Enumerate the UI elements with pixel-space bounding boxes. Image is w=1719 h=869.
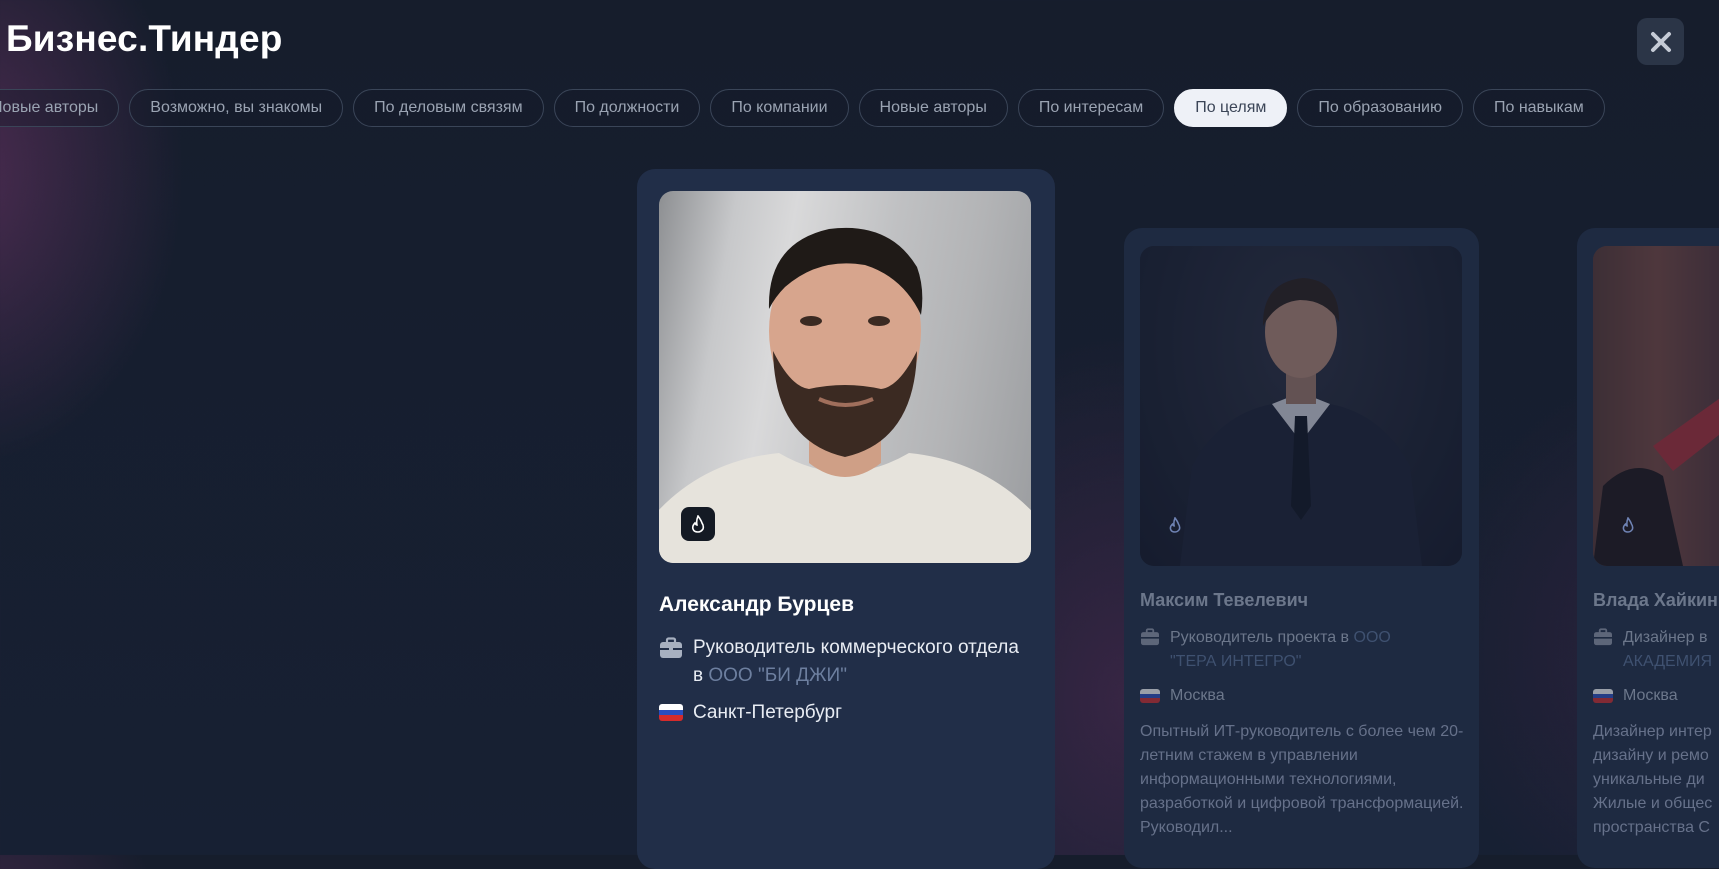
filter-chip-company[interactable]: По компании — [710, 89, 849, 127]
russia-flag-icon — [1140, 689, 1160, 703]
russia-flag-icon — [659, 704, 683, 721]
profile-photo — [1593, 246, 1719, 566]
company-link[interactable]: АКАДЕМИЯ — [1623, 653, 1712, 670]
city-name: Москва — [1170, 687, 1225, 704]
city-row: Москва — [1140, 684, 1225, 708]
job-row: Руководитель коммерческого отдела в ООО … — [659, 634, 1019, 690]
filter-tabs: Новые авторы Возможно, вы знакомы По дел… — [0, 89, 1605, 127]
filter-chip-education[interactable]: По образованию — [1297, 89, 1463, 127]
job-title: Дизайнер в — [1623, 629, 1708, 646]
flame-badge — [1611, 508, 1645, 542]
profile-card-next-2[interactable]: Влада Хайкин Дизайнер в АКАДЕМИЯ Москва … — [1577, 228, 1719, 868]
filter-chip-skills[interactable]: По навыкам — [1472, 89, 1605, 127]
city-name: Санкт-Петербург — [693, 702, 843, 723]
close-button[interactable] — [1637, 18, 1684, 65]
close-icon — [1650, 31, 1671, 52]
flame-icon — [691, 515, 705, 533]
page-title: Бизнес.Тиндер — [6, 18, 283, 59]
profile-bio: Дизайнер интер дизайну и ремо уникальные… — [1593, 723, 1713, 836]
profile-bio: Опытный ИТ-руководитель с более чем 20-л… — [1140, 723, 1464, 836]
flame-badge — [681, 507, 715, 541]
city-name: Москва — [1623, 687, 1678, 704]
filter-chip-new-authors[interactable]: Новые авторы — [0, 89, 120, 127]
profile-card-next[interactable]: Максим Тевелевич Руководитель проекта в … — [1124, 228, 1479, 868]
flame-icon — [1622, 517, 1634, 533]
job-row: Дизайнер в АКАДЕМИЯ — [1593, 626, 1719, 674]
city-row: Санкт-Петербург — [659, 699, 842, 727]
job-row: Руководитель проекта в ООО "ТЕРА ИНТЕГРО… — [1140, 626, 1440, 674]
profile-card-main[interactable]: Александр Бурцев Руководитель коммерческ… — [637, 169, 1055, 869]
company-link[interactable]: ООО "БИ ДЖИ" — [708, 665, 847, 686]
job-title: Руководитель проекта в — [1170, 629, 1354, 646]
profile-name: Влада Хайкин — [1593, 590, 1718, 610]
flame-badge — [1158, 508, 1192, 542]
briefcase-icon — [1141, 628, 1159, 646]
briefcase-icon — [1594, 628, 1612, 646]
person-photo — [659, 227, 1031, 563]
russia-flag-icon — [1593, 689, 1613, 703]
city-row: Москва — [1593, 684, 1678, 708]
filter-chip-interests[interactable]: По интересам — [1017, 89, 1165, 127]
filter-chip-new-authors-2[interactable]: Новые авторы — [858, 89, 1008, 127]
flame-icon — [1169, 517, 1181, 533]
filter-chip-business-connections[interactable]: По деловым связям — [353, 89, 544, 127]
profile-name: Максим Тевелевич — [1140, 590, 1309, 610]
briefcase-icon — [660, 637, 682, 658]
filter-chip-position[interactable]: По должности — [553, 89, 701, 127]
profile-name: Александр Бурцев — [659, 593, 854, 616]
profile-photo — [1140, 246, 1462, 566]
profile-photo — [659, 191, 1031, 563]
filter-chip-goals[interactable]: По целям — [1174, 89, 1288, 127]
filter-chip-maybe-known[interactable]: Возможно, вы знакомы — [129, 89, 344, 127]
